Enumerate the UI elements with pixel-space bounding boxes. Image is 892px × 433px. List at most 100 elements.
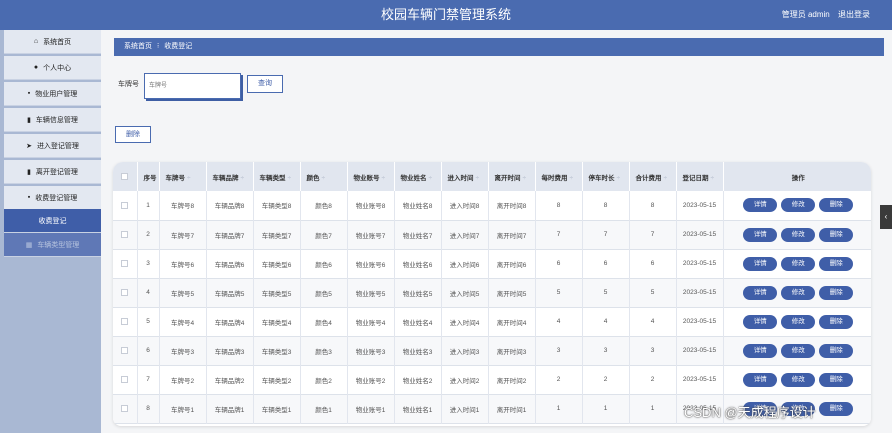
sort-icon[interactable]: ÷ — [523, 175, 527, 182]
column-header[interactable]: 合计费用 ÷ — [629, 162, 677, 191]
column-header[interactable]: 物业姓名 ÷ — [394, 162, 442, 191]
sort-icon[interactable]: ÷ — [288, 175, 292, 182]
search-button[interactable]: 查询 — [247, 75, 283, 93]
cell-brand: 车辆品牌6 — [206, 249, 254, 278]
sort-icon[interactable]: ÷ — [322, 175, 326, 182]
sidebar-subitem-fee-registration[interactable]: 收费登记 — [4, 209, 101, 233]
sidebar-item-exit-registration[interactable]: ▮ 离开登记管理 — [4, 160, 101, 184]
sidebar-item-label: 离开登记管理 — [35, 168, 78, 176]
table-row[interactable]: 4 车牌号5 车辆品牌5 车辆类型5 颜色5 物业账号5 物业姓名5 进入时间5 离开时间5 5 5… — [113, 278, 871, 307]
cell-hours: 1 — [582, 394, 630, 423]
row-checkbox[interactable] — [121, 288, 129, 296]
delete-row-button[interactable]: 删除 — [819, 401, 854, 416]
delete-button[interactable]: 删除 — [115, 126, 151, 143]
column-header[interactable]: 车牌号 ÷ — [159, 162, 207, 191]
table-row[interactable]: 1 车牌号8 车辆品牌8 车辆类型8 颜色8 物业账号8 物业姓名8 进入时间8 离开时间8 8 8… — [113, 191, 871, 220]
detail-button[interactable]: 详情 — [743, 372, 778, 387]
cell-color: 颜色4 — [300, 307, 348, 336]
cell-date: 2023-05-15 — [676, 191, 724, 220]
table-row[interactable]: 6 车牌号3 车辆品牌3 车辆类型3 颜色3 物业账号3 物业姓名3 进入时间3 离开时间3 3 3… — [113, 336, 871, 365]
sidebar-item-home[interactable]: ⌂ 系统首页 — [4, 30, 101, 54]
column-header[interactable]: 物业账号 ÷ — [347, 162, 395, 191]
delete-row-button[interactable]: 删除 — [819, 198, 854, 213]
row-checkbox[interactable] — [121, 230, 129, 238]
table-row[interactable]: 7 车牌号2 车辆品牌2 车辆类型2 颜色2 物业账号2 物业姓名2 进入时间2 离开时间2 2 2… — [113, 365, 871, 394]
row-checkbox[interactable] — [121, 404, 129, 412]
sort-icon[interactable]: ÷ — [617, 175, 621, 182]
sidebar-item-fee-registration[interactable]: ▪ 收费登记管理 — [4, 186, 101, 210]
edit-button[interactable]: 修改 — [781, 285, 816, 300]
cell-rate: 3 — [535, 336, 583, 365]
sidebar-item-profile[interactable]: ● 个人中心 — [4, 56, 101, 80]
edit-button[interactable]: 修改 — [781, 314, 816, 329]
cell-in: 进入时间5 — [441, 278, 489, 307]
column-header[interactable]: 每时费用 ÷ — [535, 162, 583, 191]
cell-hours: 4 — [582, 307, 630, 336]
side-panel-toggle[interactable]: ‹ — [880, 205, 892, 229]
column-header[interactable]: 离开时间 ÷ — [488, 162, 536, 191]
row-actions: 详情 修改 删除 — [723, 220, 871, 249]
sidebar-subitem-vehicle-type[interactable]: ▦ 车辆类型管理 — [4, 233, 101, 257]
cell-hours: 8 — [582, 191, 630, 220]
edit-button[interactable]: 修改 — [781, 372, 816, 387]
cell-no: 5 — [137, 307, 160, 336]
detail-button[interactable]: 详情 — [743, 198, 778, 213]
sidebar-item-vehicle-info[interactable]: ▮ 车辆信息管理 — [4, 108, 101, 132]
sidebar-item-property-users[interactable]: ▪ 物业用户管理 — [4, 82, 101, 106]
file-icon: ▮ — [27, 168, 31, 176]
sort-icon[interactable]: ÷ — [429, 175, 433, 182]
row-checkbox[interactable] — [121, 346, 129, 354]
cell-out: 离开时间6 — [488, 249, 536, 278]
row-select-cell — [113, 394, 138, 423]
edit-button[interactable]: 修改 — [781, 227, 816, 242]
sort-icon[interactable]: ÷ — [382, 175, 386, 182]
edit-button[interactable]: 修改 — [781, 343, 816, 358]
row-checkbox[interactable] — [121, 259, 129, 267]
detail-button[interactable]: 详情 — [743, 314, 778, 329]
detail-button[interactable]: 详情 — [743, 343, 778, 358]
select-all-checkbox[interactable] — [121, 172, 129, 180]
row-checkbox[interactable] — [121, 201, 129, 209]
logout-link[interactable]: 退出登录 — [838, 10, 870, 19]
table-row[interactable]: 2 车牌号7 车辆品牌7 车辆类型7 颜色7 物业账号7 物业姓名7 进入时间7 离开时间7 7 7… — [113, 220, 871, 249]
sort-icon[interactable]: ÷ — [664, 175, 668, 182]
row-checkbox[interactable] — [121, 317, 129, 325]
sort-icon[interactable]: ÷ — [570, 175, 574, 182]
cell-total: 3 — [629, 336, 677, 365]
delete-row-button[interactable]: 删除 — [819, 227, 854, 242]
detail-button[interactable]: 详情 — [743, 227, 778, 242]
sort-icon[interactable]: ÷ — [476, 175, 480, 182]
delete-row-button[interactable]: 删除 — [819, 285, 854, 300]
row-checkbox[interactable] — [121, 375, 129, 383]
cell-hours: 5 — [582, 278, 630, 307]
column-header[interactable]: 车辆品牌 ÷ — [206, 162, 254, 191]
column-header[interactable]: 登记日期 ÷ — [676, 162, 724, 191]
column-header[interactable]: 序号 — [137, 162, 160, 191]
detail-button[interactable]: 详情 — [743, 285, 778, 300]
detail-button[interactable]: 详情 — [743, 256, 778, 271]
edit-button[interactable]: 修改 — [781, 256, 816, 271]
column-header[interactable]: 车辆类型 ÷ — [253, 162, 301, 191]
column-header[interactable]: 进入时间 ÷ — [441, 162, 489, 191]
column-header[interactable]: 颜色 ÷ — [300, 162, 348, 191]
sidebar-item-entry-registration[interactable]: ➤ 进入登记管理 — [4, 134, 101, 158]
delete-row-button[interactable]: 删除 — [819, 314, 854, 329]
sort-icon[interactable]: ÷ — [241, 175, 245, 182]
table-row[interactable]: 5 车牌号4 车辆品牌4 车辆类型4 颜色4 物业账号4 物业姓名4 进入时间4 离开时间4 4 4… — [113, 307, 871, 336]
table-icon: ▦ — [25, 241, 33, 249]
sort-icon[interactable]: ÷ — [187, 175, 191, 182]
search-input[interactable] — [149, 76, 239, 96]
table-row[interactable]: 3 车牌号6 车辆品牌6 车辆类型6 颜色6 物业账号6 物业姓名6 进入时间6 离开时间6 6 6… — [113, 249, 871, 278]
delete-row-button[interactable]: 删除 — [819, 372, 854, 387]
delete-row-button[interactable]: 删除 — [819, 343, 854, 358]
delete-row-button[interactable]: 删除 — [819, 256, 854, 271]
column-header[interactable]: 停车时长 ÷ — [582, 162, 630, 191]
user-icon: ● — [33, 64, 39, 71]
sort-icon[interactable]: ÷ — [711, 175, 715, 182]
cell-date: 2023-05-15 — [676, 307, 724, 336]
row-actions: 详情 修改 删除 — [723, 307, 871, 336]
cell-type: 车辆类型6 — [253, 249, 301, 278]
breadcrumb-home[interactable]: 系统首页 — [124, 43, 152, 50]
edit-button[interactable]: 修改 — [781, 198, 816, 213]
cell-brand: 车辆品牌5 — [206, 278, 254, 307]
